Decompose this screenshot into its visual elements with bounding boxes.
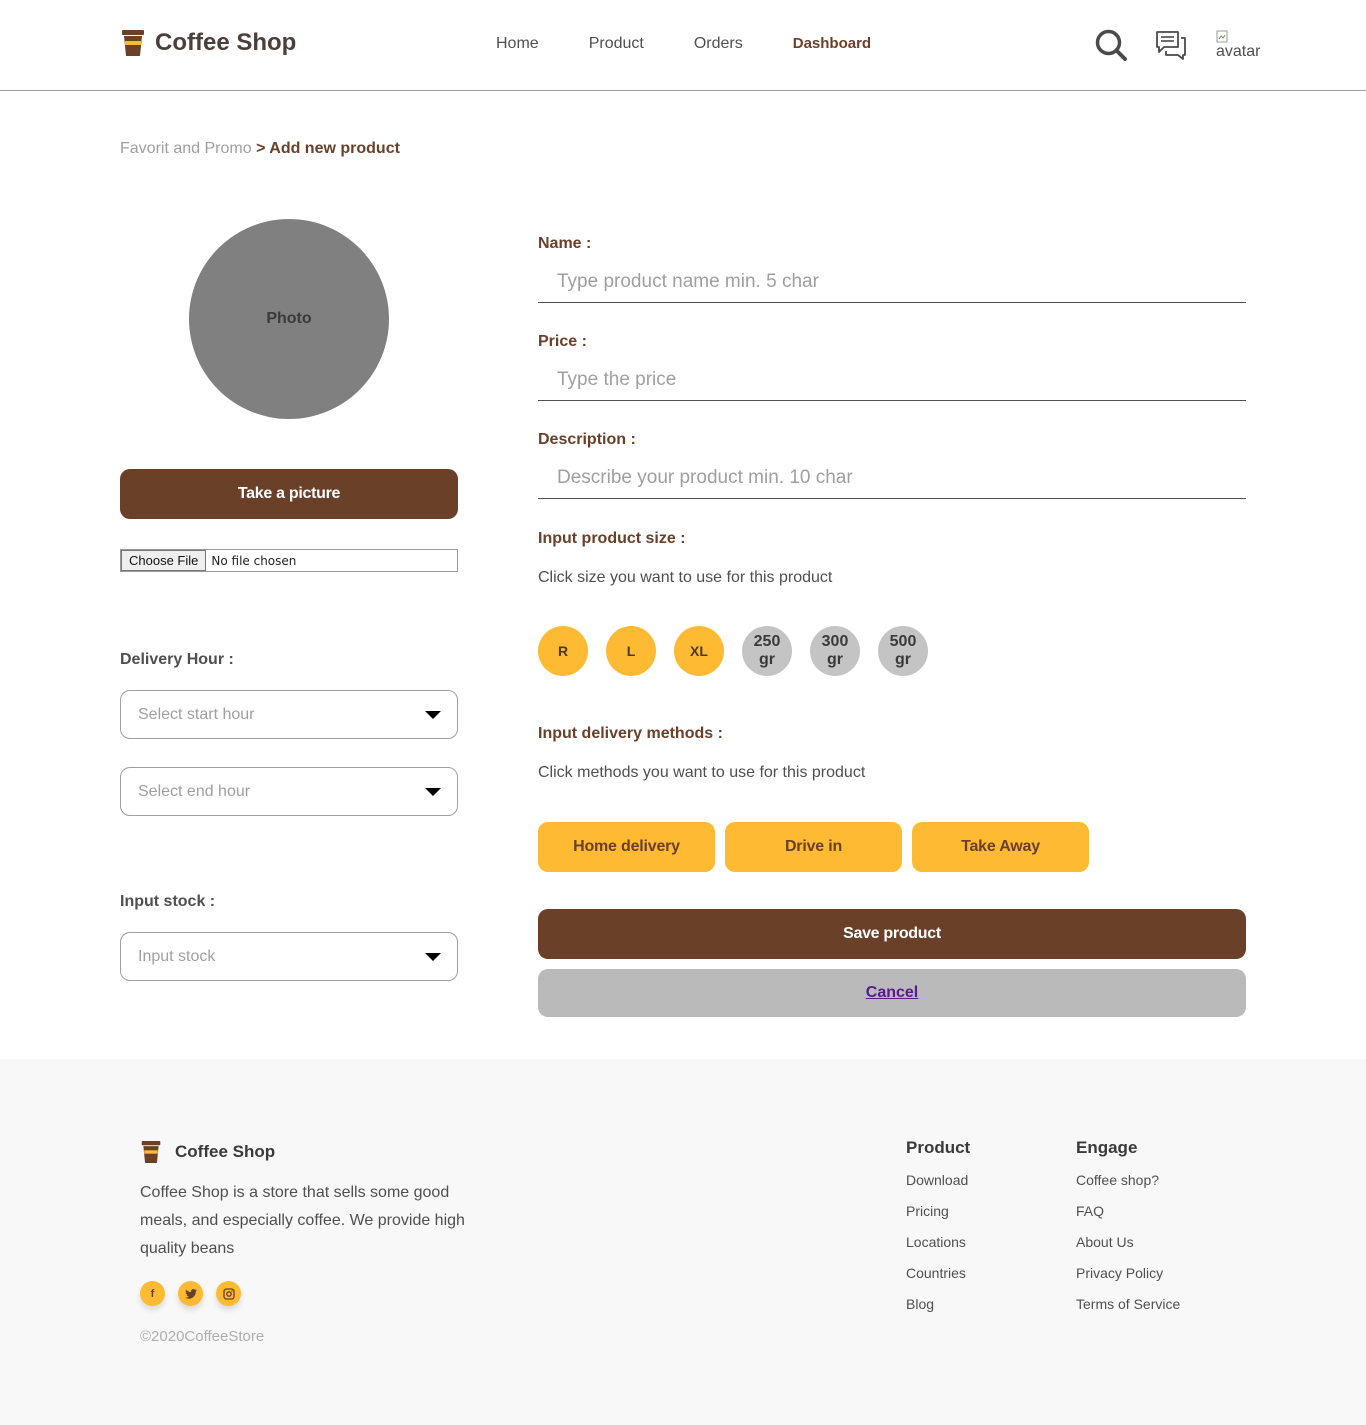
delivery-methods-label: Input delivery methods : bbox=[538, 725, 723, 742]
delivery-hour-label: Delivery Hour : bbox=[120, 651, 234, 668]
start-hour-select[interactable]: Select start hour bbox=[120, 690, 458, 739]
footer: Coffee Shop Coffee Shop is a store that … bbox=[0, 1059, 1366, 1425]
take-picture-button[interactable]: Take a picture bbox=[120, 469, 458, 519]
file-input[interactable]: Choose File No file chosen bbox=[120, 549, 458, 572]
end-hour-select[interactable]: Select end hour bbox=[120, 767, 458, 816]
footer-link-locations[interactable]: Locations bbox=[906, 1234, 970, 1251]
product-photo-placeholder: Photo bbox=[189, 219, 389, 419]
photo-label: Photo bbox=[266, 310, 312, 327]
price-input[interactable]: Type the price bbox=[538, 361, 1246, 401]
size-option-500gr[interactable]: 500 gr bbox=[878, 626, 928, 676]
price-label: Price : bbox=[538, 333, 587, 350]
description-input[interactable]: Describe your product min. 10 char bbox=[538, 459, 1246, 499]
size-option-300gr[interactable]: 300 gr bbox=[810, 626, 860, 676]
brand-logo[interactable]: Coffee Shop bbox=[120, 28, 296, 58]
broken-image-icon bbox=[1216, 30, 1228, 43]
footer-link-blog[interactable]: Blog bbox=[906, 1296, 970, 1313]
size-option-250gr[interactable]: 250 gr bbox=[742, 626, 792, 676]
size-option-r[interactable]: R bbox=[538, 626, 588, 676]
top-navbar: Coffee Shop Home Product Orders Dashboar… bbox=[0, 0, 1366, 91]
footer-brand[interactable]: Coffee Shop bbox=[140, 1139, 275, 1165]
stock-label: Input stock : bbox=[120, 893, 216, 910]
size-helper-text: Click size you want to use for this prod… bbox=[538, 569, 833, 586]
nav-dashboard[interactable]: Dashboard bbox=[793, 35, 871, 53]
method-drive-in[interactable]: Drive in bbox=[725, 822, 902, 872]
chat-icon[interactable] bbox=[1154, 28, 1188, 62]
search-icon[interactable] bbox=[1094, 28, 1128, 62]
breadcrumb: Favorit and Promo > Add new product bbox=[120, 140, 400, 158]
footer-link-privacy-policy[interactable]: Privacy Policy bbox=[1076, 1265, 1180, 1282]
start-hour-placeholder: Select start hour bbox=[138, 705, 255, 723]
footer-link-coffee-shop[interactable]: Coffee shop? bbox=[1076, 1172, 1180, 1189]
stock-select[interactable]: Input stock bbox=[120, 932, 458, 981]
chevron-down-icon bbox=[425, 788, 441, 796]
nav-orders[interactable]: Orders bbox=[694, 35, 743, 53]
nav-home[interactable]: Home bbox=[496, 35, 539, 53]
delivery-helper-text: Click methods you want to use for this p… bbox=[538, 764, 866, 781]
footer-link-download[interactable]: Download bbox=[906, 1172, 970, 1189]
chevron-down-icon bbox=[425, 711, 441, 719]
avatar-alt-text: avatar bbox=[1216, 43, 1261, 60]
end-hour-placeholder: Select end hour bbox=[138, 782, 251, 800]
cancel-link[interactable]: Cancel bbox=[866, 984, 918, 1002]
description-label: Description : bbox=[538, 431, 636, 448]
footer-product-column: Product Download Pricing Locations Count… bbox=[906, 1138, 970, 1327]
cancel-button[interactable]: Cancel bbox=[538, 969, 1246, 1017]
breadcrumb-current: > Add new product bbox=[256, 140, 400, 157]
header-actions bbox=[1094, 28, 1188, 62]
size-option-xl[interactable]: XL bbox=[674, 626, 724, 676]
instagram-icon[interactable] bbox=[216, 1281, 241, 1306]
coffee-cup-icon bbox=[141, 1141, 161, 1163]
coffee-cup-icon bbox=[122, 30, 144, 56]
stock-placeholder: Input stock bbox=[138, 947, 216, 965]
method-take-away[interactable]: Take Away bbox=[912, 822, 1089, 872]
avatar[interactable]: avatar bbox=[1216, 30, 1266, 64]
choose-file-button[interactable]: Choose File bbox=[121, 550, 207, 571]
footer-link-terms-of-service[interactable]: Terms of Service bbox=[1076, 1296, 1180, 1313]
breadcrumb-parent[interactable]: Favorit and Promo bbox=[120, 140, 252, 157]
method-home-delivery[interactable]: Home delivery bbox=[538, 822, 715, 872]
delivery-method-options: Home delivery Drive in Take Away bbox=[538, 822, 1099, 872]
brand-name: Coffee Shop bbox=[155, 29, 297, 56]
save-product-button[interactable]: Save product bbox=[538, 909, 1246, 959]
footer-link-about-us[interactable]: About Us bbox=[1076, 1234, 1180, 1251]
chevron-down-icon bbox=[425, 953, 441, 961]
facebook-icon[interactable]: f bbox=[140, 1281, 165, 1306]
main-nav: Home Product Orders Dashboard bbox=[496, 35, 871, 53]
footer-engage-column: Engage Coffee shop? FAQ About Us Privacy… bbox=[1076, 1138, 1180, 1327]
size-options: R L XL 250 gr 300 gr 500 gr bbox=[538, 626, 946, 676]
footer-link-faq[interactable]: FAQ bbox=[1076, 1203, 1180, 1220]
twitter-icon[interactable] bbox=[178, 1281, 203, 1306]
size-option-l[interactable]: L bbox=[606, 626, 656, 676]
product-name-input[interactable]: Type product name min. 5 char bbox=[538, 263, 1246, 303]
footer-link-pricing[interactable]: Pricing bbox=[906, 1203, 970, 1220]
file-status: No file chosen bbox=[211, 553, 297, 568]
footer-product-title: Product bbox=[906, 1138, 971, 1157]
footer-engage-title: Engage bbox=[1076, 1138, 1138, 1157]
footer-description: Coffee Shop is a store that sells some g… bbox=[140, 1184, 465, 1257]
name-label: Name : bbox=[538, 235, 592, 252]
footer-link-countries[interactable]: Countries bbox=[906, 1265, 970, 1282]
social-links: f bbox=[140, 1281, 254, 1306]
copyright: ©2020CoffeeStore bbox=[140, 1328, 265, 1345]
size-label: Input product size : bbox=[538, 530, 686, 547]
footer-brand-name: Coffee Shop bbox=[175, 1142, 276, 1161]
nav-product[interactable]: Product bbox=[589, 35, 644, 53]
